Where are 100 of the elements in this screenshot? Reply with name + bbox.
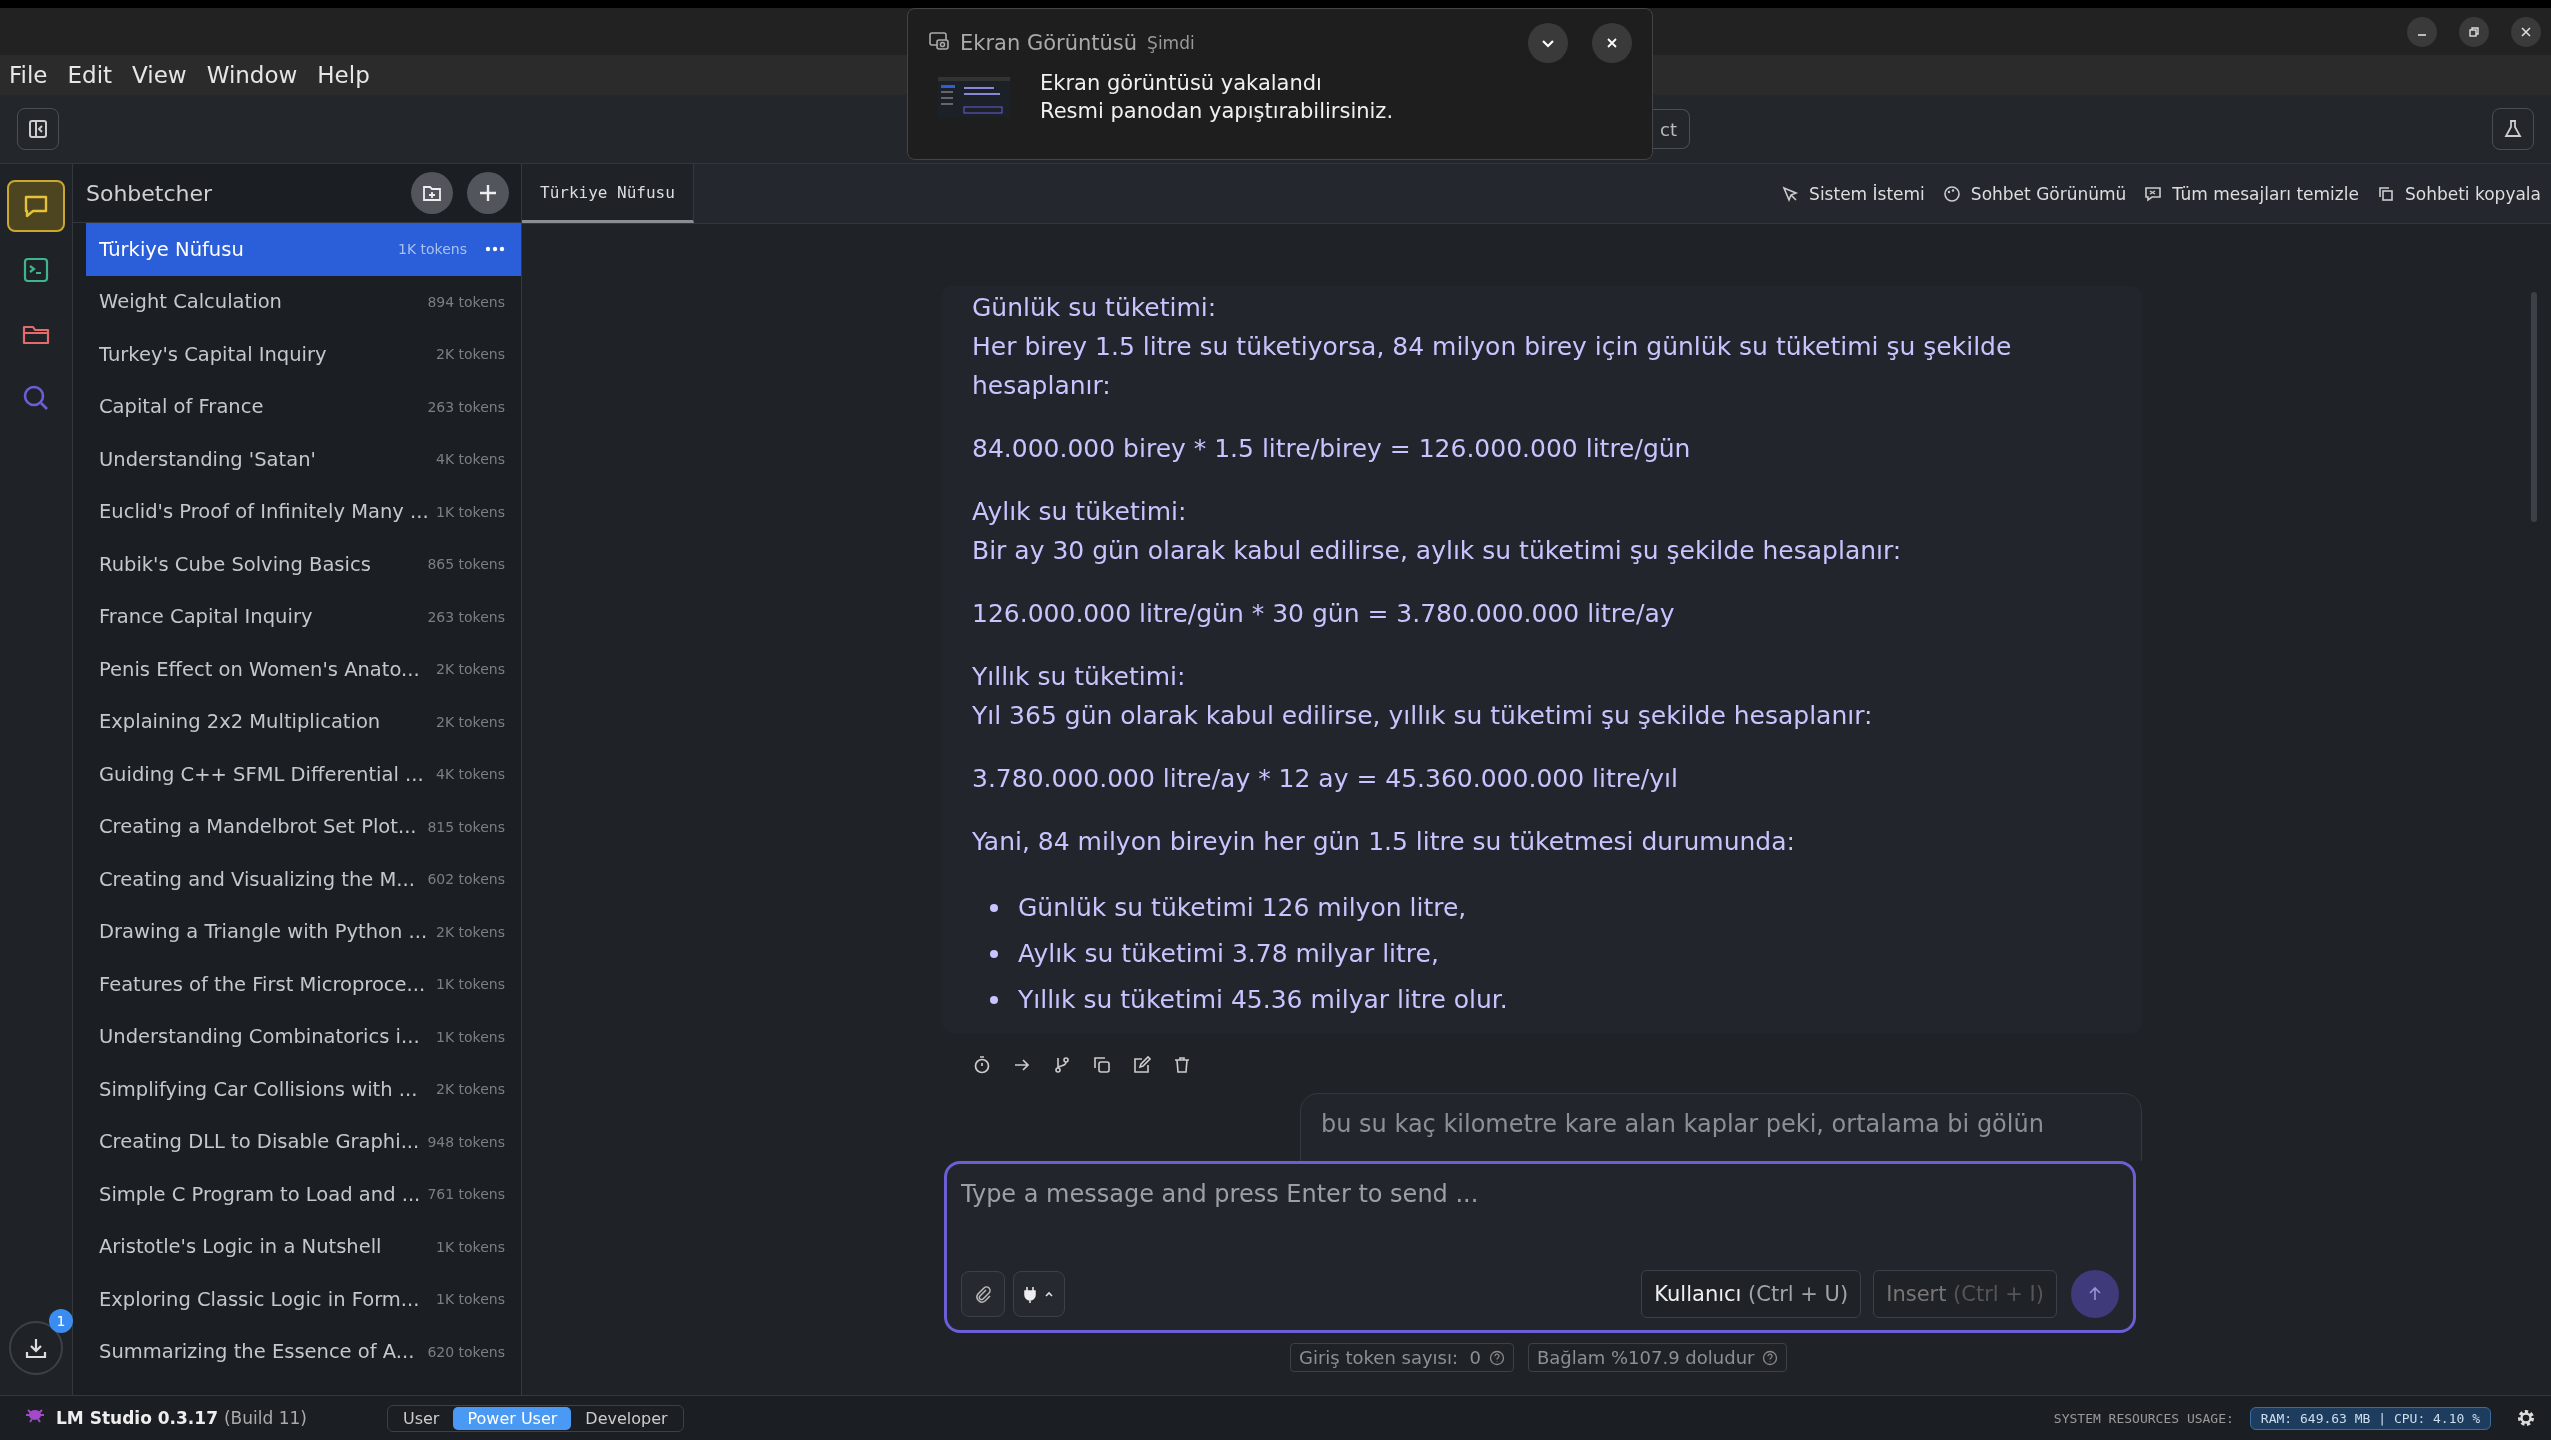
chat-title: Creating DLL to Disable Graphi...: [99, 1130, 420, 1154]
token-count: 1K tokens: [436, 1238, 505, 1255]
edit-icon[interactable]: [1132, 1055, 1152, 1075]
stopwatch-icon[interactable]: [972, 1055, 992, 1075]
close-icon[interactable]: [2511, 16, 2541, 47]
app-version: LM Studio 0.3.17: [56, 1408, 218, 1428]
send-button[interactable]: [2071, 1270, 2119, 1318]
more-icon[interactable]: [485, 246, 505, 253]
chat-icon[interactable]: [7, 180, 65, 232]
chat-title: Turkey's Capital Inquiry: [99, 342, 328, 366]
chat-title: Capital of France: [99, 395, 265, 419]
notification-popup[interactable]: Ekran Görüntüsü Şimdi Ekran görüntüsü yakalandı Resmi panodan yapıştırabilirsiniz.: [907, 8, 1653, 160]
chat-clear-icon: [2144, 184, 2163, 203]
sidebar-toggle-icon[interactable]: [17, 108, 59, 150]
chat-title: France Capital Inquiry: [99, 605, 314, 629]
chat-list-item[interactable]: Creating and Visualizing the M... 602 tokens: [86, 853, 521, 906]
palette-icon: [1942, 184, 1961, 203]
chat-list-item[interactable]: Rubik's Cube Solving Basics 865 tokens: [86, 538, 521, 591]
chat-title: Euclid's Proof of Infinitely Many ...: [99, 500, 428, 524]
chat-list-item[interactable]: Creating a Mandelbrot Set Plot... 815 tokens: [86, 800, 521, 853]
token-count: 1K tokens: [436, 1028, 505, 1045]
token-count: 2K tokens: [436, 661, 505, 678]
chat-list-item[interactable]: Turkey's Capital Inquiry 2K tokens: [86, 328, 521, 381]
chat-list-item[interactable]: Explaining 2x2 Multiplication 2K tokens: [86, 695, 521, 748]
chat-list-item[interactable]: France Capital Inquiry 263 tokens: [86, 590, 521, 643]
bullet-icon: [990, 904, 998, 912]
list-item-text: Aylık su tüketimi 3.78 milyar litre,: [1018, 938, 1439, 970]
flask-icon[interactable]: [2492, 108, 2534, 150]
chat-action-button[interactable]: Tüm mesajları temizle: [2144, 164, 2359, 223]
scrollbar[interactable]: [2531, 292, 2537, 522]
copy-icon[interactable]: [1092, 1055, 1112, 1075]
mode-toggle[interactable]: Developer: [571, 1406, 682, 1430]
settings-icon[interactable]: [2515, 1407, 2537, 1429]
token-count: 1K tokens: [436, 1291, 505, 1308]
context-info-chip[interactable]: Bağlam %107.9 doludur: [1527, 1343, 1788, 1372]
chat-list-item[interactable]: Features of the First Microproce... 1K tokens: [86, 958, 521, 1011]
message-text: 84.000.000 birey * 1.5 litre/birey = 126.000.000 litre/gün: [972, 433, 1692, 465]
chat-list-item[interactable]: Understanding 'Satan' 4K tokens: [86, 433, 521, 486]
menu-item[interactable]: View: [132, 62, 187, 88]
chat-list-item[interactable]: Drawing a Triangle with Python ... 2K tokens: [86, 905, 521, 958]
plus-icon[interactable]: [467, 172, 509, 214]
menu-item[interactable]: Window: [206, 62, 298, 88]
build-number: (Build 11): [223, 1408, 307, 1428]
chat-list-item[interactable]: Aristotle's Logic in a Nutshell 1K tokens: [86, 1220, 521, 1273]
chat-list-item[interactable]: Weight Calculation 894 tokens: [86, 275, 521, 328]
menu-item[interactable]: File: [9, 62, 48, 88]
new-folder-icon[interactable]: [411, 172, 453, 214]
chat-title: Guiding C++ SFML Differential ...: [99, 762, 425, 786]
message-text: 126.000.000 litre/gün * 30 gün = 3.780.000.000 litre/ay: [972, 598, 1676, 630]
chat-list-item[interactable]: Penis Effect on Women's Anato... 2K tokens: [86, 643, 521, 696]
chat-list-item[interactable]: Understanding Combinatorics i... 1K tokens: [86, 1010, 521, 1063]
list-item-text: Yıllık su tüketimi 45.36 milyar litre olur.: [1018, 984, 1508, 1016]
chat-list-item[interactable]: Guiding C++ SFML Differential ... 4K tokens: [86, 748, 521, 801]
chat-list-item[interactable]: Simple C Program to Load and ... 761 tokens: [86, 1168, 521, 1221]
message-text: Yıl 365 gün olarak kabul edilirse, yıllık su tüketimi şu şekilde hesaplanır:: [972, 700, 1874, 732]
token-count: 2K tokens: [436, 1081, 505, 1098]
mode-toggle[interactable]: User: [388, 1406, 454, 1430]
token-count: 948 tokens: [427, 1133, 505, 1150]
restore-icon[interactable]: [2459, 16, 2489, 47]
role-button[interactable]: Kullanıcı (Ctrl + U): [1641, 1270, 1862, 1318]
chat-list-item[interactable]: Euclid's Proof of Infinitely Many ... 1K tokens: [86, 485, 521, 538]
chat-action-button[interactable]: Sistem İstemi: [1781, 164, 1925, 223]
token-count: 263 tokens: [427, 608, 505, 625]
token-count: 4K tokens: [436, 451, 505, 468]
message-text: Her birey 1.5 litre su tüketiyorsa, 84 milyon birey için günlük su tüketimi şu şekilde hesaplanır:: [972, 331, 2013, 402]
chat-title: Summarizing the Essence of A...: [99, 1340, 416, 1364]
paperclip-icon[interactable]: [961, 1271, 1005, 1317]
token-count: 602 tokens: [427, 871, 505, 888]
chat-title: Features of the First Microproce...: [99, 972, 427, 996]
chat-title: Creating a Mandelbrot Set Plot...: [99, 815, 418, 839]
resources-usage[interactable]: RAM: 649.63 MB | CPU: 4.10 %: [2249, 1406, 2491, 1430]
message-text: Günlük su tüketimi:: [972, 292, 1218, 324]
token-count: 894 tokens: [427, 293, 505, 310]
menu-item[interactable]: Help: [317, 62, 370, 88]
chat-action-button[interactable]: Sohbeti kopyala: [2376, 164, 2541, 223]
chat-tab[interactable]: Türkiye Nüfusu: [522, 164, 694, 223]
message-text: Bir ay 30 gün olarak kabul edilirse, aylık su tüketimi şu şekilde hesaplanır:: [972, 535, 1903, 567]
trash-icon[interactable]: [1172, 1055, 1192, 1075]
chat-list-item[interactable]: Capital of France 263 tokens: [86, 380, 521, 433]
chat-list-item[interactable]: Simplifying Car Collisions with ... 2K tokens: [86, 1063, 521, 1116]
menu-item[interactable]: Edit: [67, 62, 113, 88]
token-count: 4K tokens: [436, 766, 505, 783]
chat-list-item[interactable]: Creating DLL to Disable Graphi... 948 tokens: [86, 1115, 521, 1168]
chat-action-button[interactable]: Sohbet Görünümü: [1942, 164, 2127, 223]
help-icon: [1762, 1349, 1779, 1366]
help-icon: [1488, 1349, 1505, 1366]
chat-title: Simple C Program to Load and ...: [99, 1182, 420, 1206]
chat-title: Penis Effect on Women's Anato...: [99, 657, 421, 681]
chat-list-item[interactable]: Türkiye Nüfusu 1K tokens: [86, 223, 521, 276]
message-text: Yani, 84 milyon bireyin her gün 1.5 litre su tüketmesi durumunda:: [972, 826, 1796, 858]
chat-list-item[interactable]: Summarizing the Essence of A... 620 tokens: [86, 1325, 521, 1378]
context-info-chip[interactable]: Giriş token sayısı: 0: [1290, 1343, 1514, 1372]
token-count: 761 tokens: [427, 1186, 505, 1203]
notification-time: Şimdi: [1147, 33, 1195, 53]
notification-badge: 1: [49, 1309, 73, 1333]
branch-icon[interactable]: [1052, 1055, 1072, 1075]
chat-title: Weight Calculation: [99, 290, 283, 314]
plugin-button[interactable]: [1013, 1271, 1065, 1317]
close-icon[interactable]: [1592, 23, 1632, 63]
chat-list-item[interactable]: Exploring Classic Logic in Form... 1K tokens: [86, 1273, 521, 1326]
